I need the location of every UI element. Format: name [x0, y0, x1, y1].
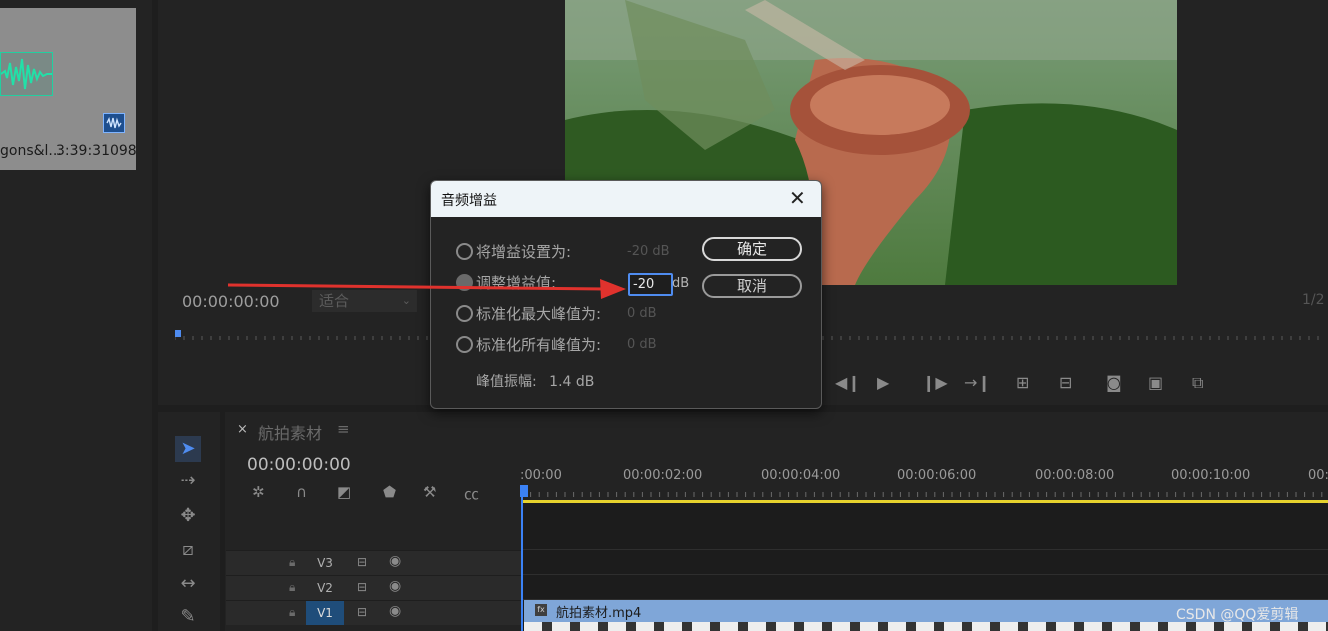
sync-lock-icon[interactable]: ⊟: [357, 580, 367, 594]
playhead-line[interactable]: [521, 486, 523, 631]
peak-amplitude: 峰值振幅: 1.4 dB: [476, 371, 594, 391]
sequence-tab[interactable]: 航拍素材: [258, 420, 322, 444]
annotation-arrow: [228, 279, 626, 299]
eye-icon[interactable]: ◉: [389, 553, 401, 569]
linked-selection-icon[interactable]: ◩: [337, 483, 351, 501]
snap-magnet-icon[interactable]: ∩: [296, 483, 307, 501]
track-header-v1[interactable]: 🔒︎ V1 ⊟ ◉: [226, 600, 522, 625]
adjust-gain-input[interactable]: -20: [628, 273, 673, 296]
go-to-out-icon[interactable]: →❙: [964, 373, 991, 392]
option-value: -20 dB: [627, 244, 670, 259]
option-value: 0 dB: [627, 306, 657, 321]
camera-icon[interactable]: ◙: [1106, 373, 1122, 392]
sync-lock-icon[interactable]: ⊟: [357, 555, 367, 569]
track-label[interactable]: V2: [306, 576, 344, 600]
track-label[interactable]: V1: [306, 601, 344, 625]
panel-menu-icon[interactable]: ≡: [337, 420, 350, 438]
option-label: 将增益设置为:: [476, 243, 572, 261]
step-forward-icon[interactable]: ❙▶: [922, 373, 948, 392]
peak-amplitude-value: 1.4 dB: [549, 374, 595, 390]
extract-icon[interactable]: ⊟: [1059, 373, 1072, 392]
track-header-v2[interactable]: 🔒︎ V2 ⊟ ◉: [226, 575, 522, 600]
eye-icon[interactable]: ◉: [389, 603, 401, 619]
video-clip-name: 航拍素材.mp4: [556, 606, 642, 621]
compare-view-icon[interactable]: ▣: [1148, 373, 1163, 392]
option-label: 标准化所有峰值为:: [476, 336, 602, 354]
captions-icon[interactable]: ㏄: [464, 483, 479, 504]
watermark: CSDN @QQ爱剪辑: [1176, 607, 1299, 623]
track-label[interactable]: V3: [306, 551, 344, 575]
playhead-handle[interactable]: [520, 485, 528, 497]
sync-lock-icon[interactable]: ⊟: [357, 605, 367, 619]
selection-tool-icon[interactable]: ➤: [175, 436, 201, 462]
lift-icon[interactable]: ⊞: [1016, 373, 1029, 392]
eye-icon[interactable]: ◉: [389, 578, 401, 594]
close-icon[interactable]: ✕: [789, 186, 806, 210]
cancel-button[interactable]: 取消: [702, 274, 802, 298]
ruler-label: 00:00:02:00: [623, 468, 703, 483]
lock-icon[interactable]: 🔒︎: [289, 605, 295, 620]
track-divider: [522, 549, 1328, 550]
ruler-label: :00:00: [520, 468, 562, 483]
lock-icon[interactable]: 🔒︎: [289, 555, 295, 570]
track-select-tool-icon[interactable]: ⇢: [175, 468, 201, 494]
option-label: 标准化最大峰值为:: [476, 305, 602, 323]
add-marker-icon[interactable]: ⬟: [383, 483, 396, 501]
project-clip-name: gons&l...: [0, 143, 62, 159]
radio-normalize-all[interactable]: [456, 336, 473, 353]
proxy-toggle-icon[interactable]: ⧉: [1192, 373, 1203, 393]
page-indicator: 1/2: [1302, 292, 1325, 308]
audio-clip-icon: [103, 113, 125, 133]
peak-amplitude-label: 峰值振幅:: [476, 374, 537, 390]
ruler-label: 00:00:06:00: [897, 468, 977, 483]
audio-waveform-thumbnail: [0, 52, 53, 96]
option-value: 0 dB: [627, 337, 657, 352]
track-header-v3[interactable]: 🔒︎ V3 ⊟ ◉: [226, 550, 522, 575]
ruler-label: 00:00:04:00: [761, 468, 841, 483]
wrench-settings-icon[interactable]: ⚒: [423, 483, 436, 501]
razor-tool-icon[interactable]: ⧄: [175, 537, 201, 563]
ruler-label: 00:: [1308, 468, 1328, 483]
radio-normalize-max[interactable]: [456, 305, 473, 322]
step-back-icon[interactable]: ◀❙: [835, 373, 861, 392]
close-sequence-icon[interactable]: ×: [237, 422, 248, 437]
timeline-ruler[interactable]: [522, 486, 1328, 500]
adjust-gain-unit: dB: [672, 276, 690, 291]
pen-tool-icon[interactable]: ✎: [175, 604, 201, 630]
project-clip-duration: 3:39:31098: [56, 143, 137, 159]
play-icon[interactable]: ▶: [877, 373, 889, 392]
ok-button[interactable]: 确定: [702, 237, 802, 261]
slip-tool-icon[interactable]: ↔: [175, 571, 201, 597]
timeline-timecode[interactable]: 00:00:00:00: [247, 455, 351, 475]
ruler-label: 00:00:10:00: [1171, 468, 1251, 483]
radio-set-gain[interactable]: [456, 243, 473, 260]
lock-icon[interactable]: 🔒︎: [289, 580, 295, 595]
fx-badge: fx: [535, 604, 547, 616]
nest-toggle-icon[interactable]: ✲: [252, 483, 265, 501]
dialog-title: 音频增益: [441, 193, 497, 209]
ripple-edit-tool-icon[interactable]: ✥: [175, 503, 201, 529]
track-divider: [522, 574, 1328, 575]
ruler-label: 00:00:08:00: [1035, 468, 1115, 483]
